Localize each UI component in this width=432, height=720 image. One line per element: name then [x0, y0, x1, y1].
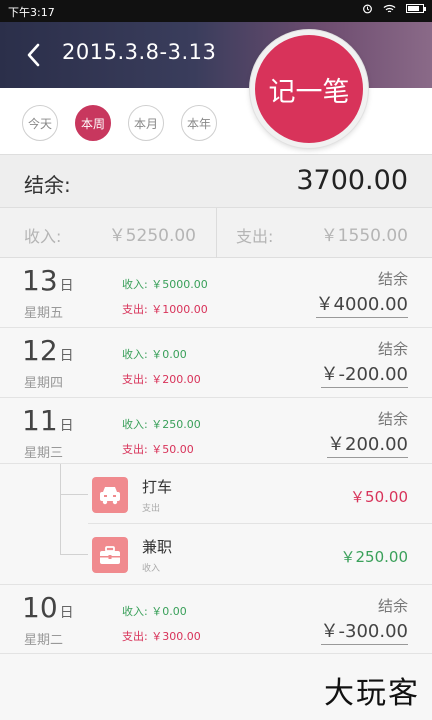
entry-name: 兼职 — [142, 538, 173, 556]
day-row[interactable]: 13 日 星期五 收入: ￥5000.00 支出: ￥1000.00 结余 ￥40… — [0, 258, 432, 328]
day-balance-value: ￥-300.00 — [320, 617, 408, 645]
summary-expense-value: ￥1550.00 — [320, 226, 408, 246]
day-row[interactable]: 11 日 星期三 收入: ￥250.00 支出: ￥50.00 结余 ￥200.0… — [0, 398, 432, 464]
day-expense: 支出: ￥200.00 — [122, 373, 201, 386]
day-expense: 支出: ￥300.00 — [122, 630, 201, 643]
briefcase-icon — [92, 537, 128, 573]
tab-today[interactable]: 今天 — [22, 105, 58, 141]
status-time: 下午3:17 — [8, 6, 55, 19]
day-unit: 日 — [59, 348, 74, 364]
date-range-title: 2015.3.8-3.13 — [62, 40, 217, 64]
back-arrow-icon[interactable] — [22, 40, 46, 70]
day-balance-label: 结余 — [377, 340, 408, 358]
watermark-logo: 大玩客 — [324, 676, 420, 711]
income-expense-summary: 收入: ￥5250.00 支出: ￥1550.00 — [0, 208, 432, 258]
balance-value: 3700.00 — [296, 165, 408, 196]
weekday: 星期三 — [24, 446, 64, 461]
status-bar: 下午3:17 — [0, 0, 432, 22]
day-income: 收入: ￥5000.00 — [122, 278, 208, 291]
weekday: 星期五 — [24, 306, 64, 321]
weekday: 星期四 — [24, 376, 64, 391]
day-row[interactable]: 10 日 星期二 收入: ￥0.00 支出: ￥300.00 结余 ￥-300.0… — [0, 584, 432, 654]
summary-income-value: ￥5250.00 — [108, 226, 196, 246]
wifi-icon — [383, 4, 396, 12]
tab-this-year[interactable]: 本年 — [181, 105, 217, 141]
summary-expense-label: 支出: — [236, 227, 274, 246]
day-number: 11 日 — [22, 404, 74, 437]
tree-connector-branch — [60, 554, 88, 555]
status-icons — [362, 3, 426, 14]
tree-connector-branch — [60, 494, 88, 495]
balance-row: 结余: 3700.00 — [0, 154, 432, 208]
summary-income-label: 收入: — [24, 227, 62, 246]
day-number-value: 13 — [22, 264, 58, 297]
day-balance-label: 结余 — [377, 597, 408, 615]
day-expense: 支出: ￥1000.00 — [122, 303, 208, 316]
day-expense: 支出: ￥50.00 — [122, 443, 194, 456]
day-number: 12 日 — [22, 334, 74, 367]
tree-connector-vertical — [60, 464, 61, 554]
day-balance-value: ￥200.00 — [327, 430, 408, 458]
day-income: 收入: ￥250.00 — [122, 418, 201, 431]
day-number-value: 10 — [22, 591, 58, 624]
day-number-value: 11 — [22, 404, 58, 437]
day-income: 收入: ￥0.00 — [122, 348, 187, 361]
day-balance-value: ￥-200.00 — [320, 360, 408, 388]
day-balance-value: ￥4000.00 — [315, 290, 408, 318]
day-balance-label: 结余 — [377, 270, 408, 288]
weekday: 星期二 — [24, 633, 64, 648]
entry-type: 收入 — [142, 564, 161, 574]
day-unit: 日 — [59, 605, 74, 621]
summary-divider — [216, 208, 217, 258]
header: 2015.3.8-3.13 — [0, 22, 432, 88]
day-number: 10 日 — [22, 591, 74, 624]
day-balance-label: 结余 — [377, 410, 408, 428]
day-income: 收入: ￥0.00 — [122, 605, 187, 618]
car-icon — [92, 477, 128, 513]
record-entry-button[interactable]: 记一笔 — [250, 30, 368, 148]
entry-type: 支出 — [142, 504, 161, 514]
tab-this-week[interactable]: 本周 — [75, 105, 111, 141]
entry-name: 打车 — [142, 478, 173, 496]
day-number-value: 12 — [22, 334, 58, 367]
day-number: 13 日 — [22, 264, 74, 297]
entry-amount: ￥250.00 — [340, 548, 409, 566]
balance-label: 结余: — [24, 173, 71, 197]
tab-this-month[interactable]: 本月 — [128, 105, 164, 141]
day-unit: 日 — [59, 418, 74, 434]
day-unit: 日 — [59, 278, 74, 294]
day-row[interactable]: 12 日 星期四 收入: ￥0.00 支出: ￥200.00 结余 ￥-200.0… — [0, 328, 432, 398]
alarm-icon — [363, 4, 372, 14]
entry-amount: ￥50.00 — [350, 488, 408, 506]
battery-icon — [406, 4, 426, 13]
